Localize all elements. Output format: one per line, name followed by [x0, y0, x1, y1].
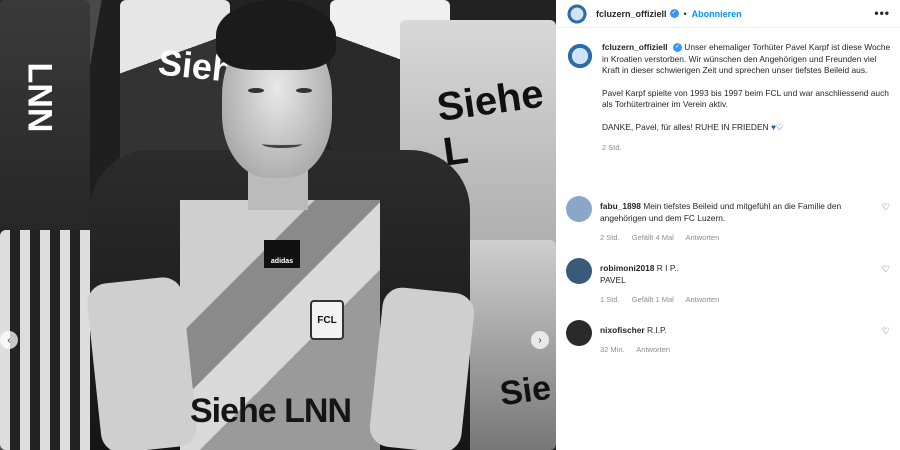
post-header: fcluzern_offiziell ✓ • Abonnieren •••: [556, 0, 900, 28]
caption-avatar[interactable]: [566, 42, 594, 70]
caption-body: fcluzern_offiziell ✓ Unser ehemaliger To…: [602, 42, 894, 154]
caption-paragraph-3: DANKE, Pavel, für alles! RUHE IN FRIEDEN: [602, 121, 769, 132]
caption-paragraph-2: Pavel Karpf spielte von 1993 bis 1997 be…: [602, 87, 889, 110]
comment-time[interactable]: 2 Std.: [600, 233, 620, 242]
carousel-prev-button[interactable]: ‹: [0, 331, 18, 349]
comment-meta: 2 Std. Gefällt 4 Mal Antworten: [600, 232, 870, 244]
post-photo[interactable]: Siehe L Siehe L Sie LNN adidas FCL Siehe…: [0, 0, 556, 450]
white-heart-icon: ♡: [775, 121, 784, 132]
comment-item: robimoni2018 R I P.. PAVEL 1 Std. Gefäll…: [566, 258, 896, 306]
account-username[interactable]: fcluzern_offiziell: [596, 9, 667, 19]
caption-username[interactable]: fcluzern_offiziell: [602, 42, 668, 52]
comment-body: fabu_1898 Mein tiefstes Beileid und mitg…: [600, 200, 870, 244]
adidas-logo: adidas: [264, 240, 300, 268]
verified-badge-icon: ✓: [669, 9, 679, 18]
sponsor-text: LNN: [20, 62, 59, 133]
comment-likes[interactable]: Gefällt 1 Mal: [632, 295, 674, 304]
reply-button[interactable]: Antworten: [636, 345, 670, 354]
commenter-avatar[interactable]: [566, 196, 592, 222]
comment-text: R.I.P.: [647, 325, 667, 335]
eye: [248, 88, 264, 93]
instagram-post-view: Siehe L Siehe L Sie LNN adidas FCL Siehe…: [0, 0, 900, 450]
arm: [367, 285, 477, 450]
jersey-sponsor-text: Siehe LNN: [190, 392, 352, 430]
commenter-username[interactable]: fabu_1898: [600, 201, 641, 211]
like-heart-icon[interactable]: ♡: [882, 326, 890, 337]
comment-time[interactable]: 1 Std.: [600, 295, 620, 304]
chevron-right-icon: ›: [538, 334, 542, 346]
comment-meta: 32 Min. Antworten: [600, 344, 870, 356]
post-caption: fcluzern_offiziell ✓ Unser ehemaliger To…: [566, 42, 894, 154]
account-avatar[interactable]: [566, 2, 588, 25]
follow-button[interactable]: Abonnieren: [692, 9, 742, 19]
comment-likes[interactable]: Gefällt 4 Mal: [632, 233, 674, 242]
comment-time[interactable]: 32 Min.: [600, 345, 625, 354]
post-sidebar: fcluzern_offiziell ✓ • Abonnieren ••• fc…: [556, 0, 900, 450]
comment-body: nixofischer R.I.P. 32 Min. Antworten: [600, 324, 870, 356]
carousel-next-button[interactable]: ›: [531, 331, 549, 349]
like-heart-icon[interactable]: ♡: [882, 264, 890, 275]
commenter-avatar[interactable]: [566, 320, 592, 346]
separator-dot: •: [683, 8, 687, 19]
commenter-username[interactable]: nixofischer: [600, 325, 645, 335]
goalkeeper-figure: adidas FCL Siehe LNN: [85, 0, 477, 450]
more-options-icon[interactable]: •••: [874, 6, 890, 20]
comment-meta: 1 Std. Gefällt 1 Mal Antworten: [600, 294, 870, 306]
sponsor-text: Sie: [497, 368, 554, 414]
comment-item: fabu_1898 Mein tiefstes Beileid und mitg…: [566, 196, 896, 244]
like-heart-icon[interactable]: ♡: [882, 202, 890, 213]
reply-button[interactable]: Antworten: [685, 233, 719, 242]
eye: [296, 88, 312, 93]
caption-timestamp: 2 Std.: [602, 143, 622, 152]
commenter-avatar[interactable]: [566, 258, 592, 284]
verified-badge-icon: ✓: [672, 43, 682, 53]
mouth: [262, 140, 302, 148]
commenter-username[interactable]: robimoni2018: [600, 263, 654, 273]
club-badge: FCL: [310, 300, 344, 340]
comment-body: robimoni2018 R I P.. PAVEL 1 Std. Gefäll…: [600, 262, 870, 306]
arm: [85, 275, 199, 450]
chevron-left-icon: ‹: [7, 334, 11, 346]
reply-button[interactable]: Antworten: [685, 295, 719, 304]
hair: [216, 0, 336, 70]
comment-item: nixofischer R.I.P. 32 Min. Antworten ♡: [566, 320, 896, 356]
